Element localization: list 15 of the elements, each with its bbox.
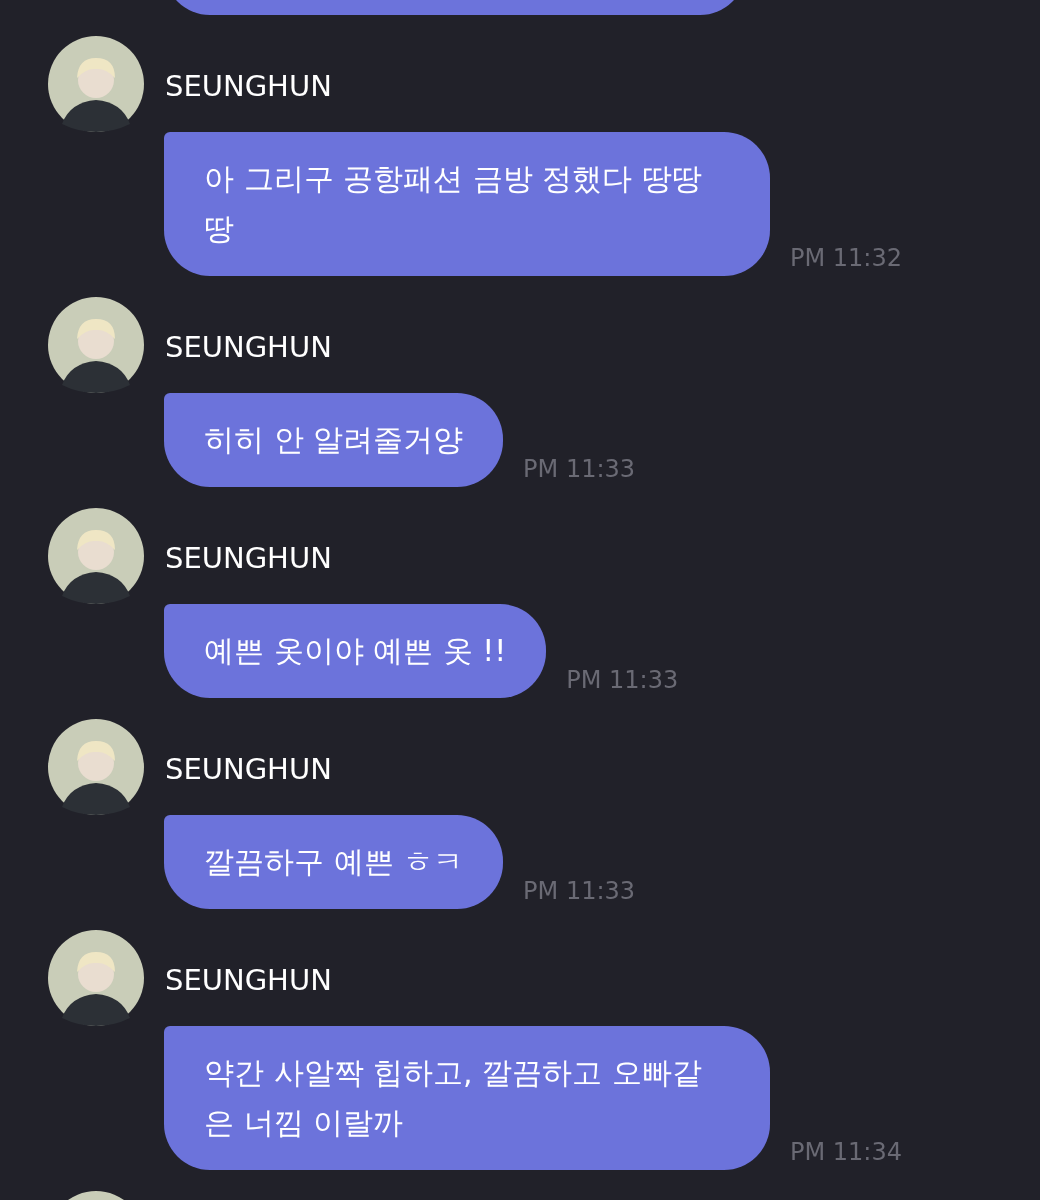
- timestamp: PM 11:32: [790, 244, 902, 272]
- message-bubble: 예쁜 옷이야 예쁜 옷 !!: [164, 604, 547, 698]
- sender-name: SEUNGHUN: [165, 963, 332, 997]
- timestamp: PM 11:34: [790, 1138, 902, 1166]
- message-bubble: 약간 사알짝 힙하고, 깔끔하고 오빠같은 너낌 이랄까: [164, 1026, 770, 1170]
- timestamp: PM 11:33: [523, 877, 636, 905]
- sender-name: SEUNGHUN: [165, 752, 332, 786]
- timestamp: PM 11:33: [523, 455, 636, 483]
- message-bubble: 히히 안 알려줄거양: [164, 393, 504, 487]
- message-bubble: 깔끔하구 예쁜 ㅎㅋ: [164, 815, 504, 909]
- sender-name: SEUNGHUN: [165, 330, 332, 364]
- timestamp: PM 11:33: [566, 666, 679, 694]
- sender-name: SEUNGHUN: [165, 541, 332, 575]
- message-bubble: 아 그리구 공항패션 금방 정했다 땅땅 땅: [164, 132, 770, 276]
- sender-name: SEUNGHUN: [165, 69, 332, 103]
